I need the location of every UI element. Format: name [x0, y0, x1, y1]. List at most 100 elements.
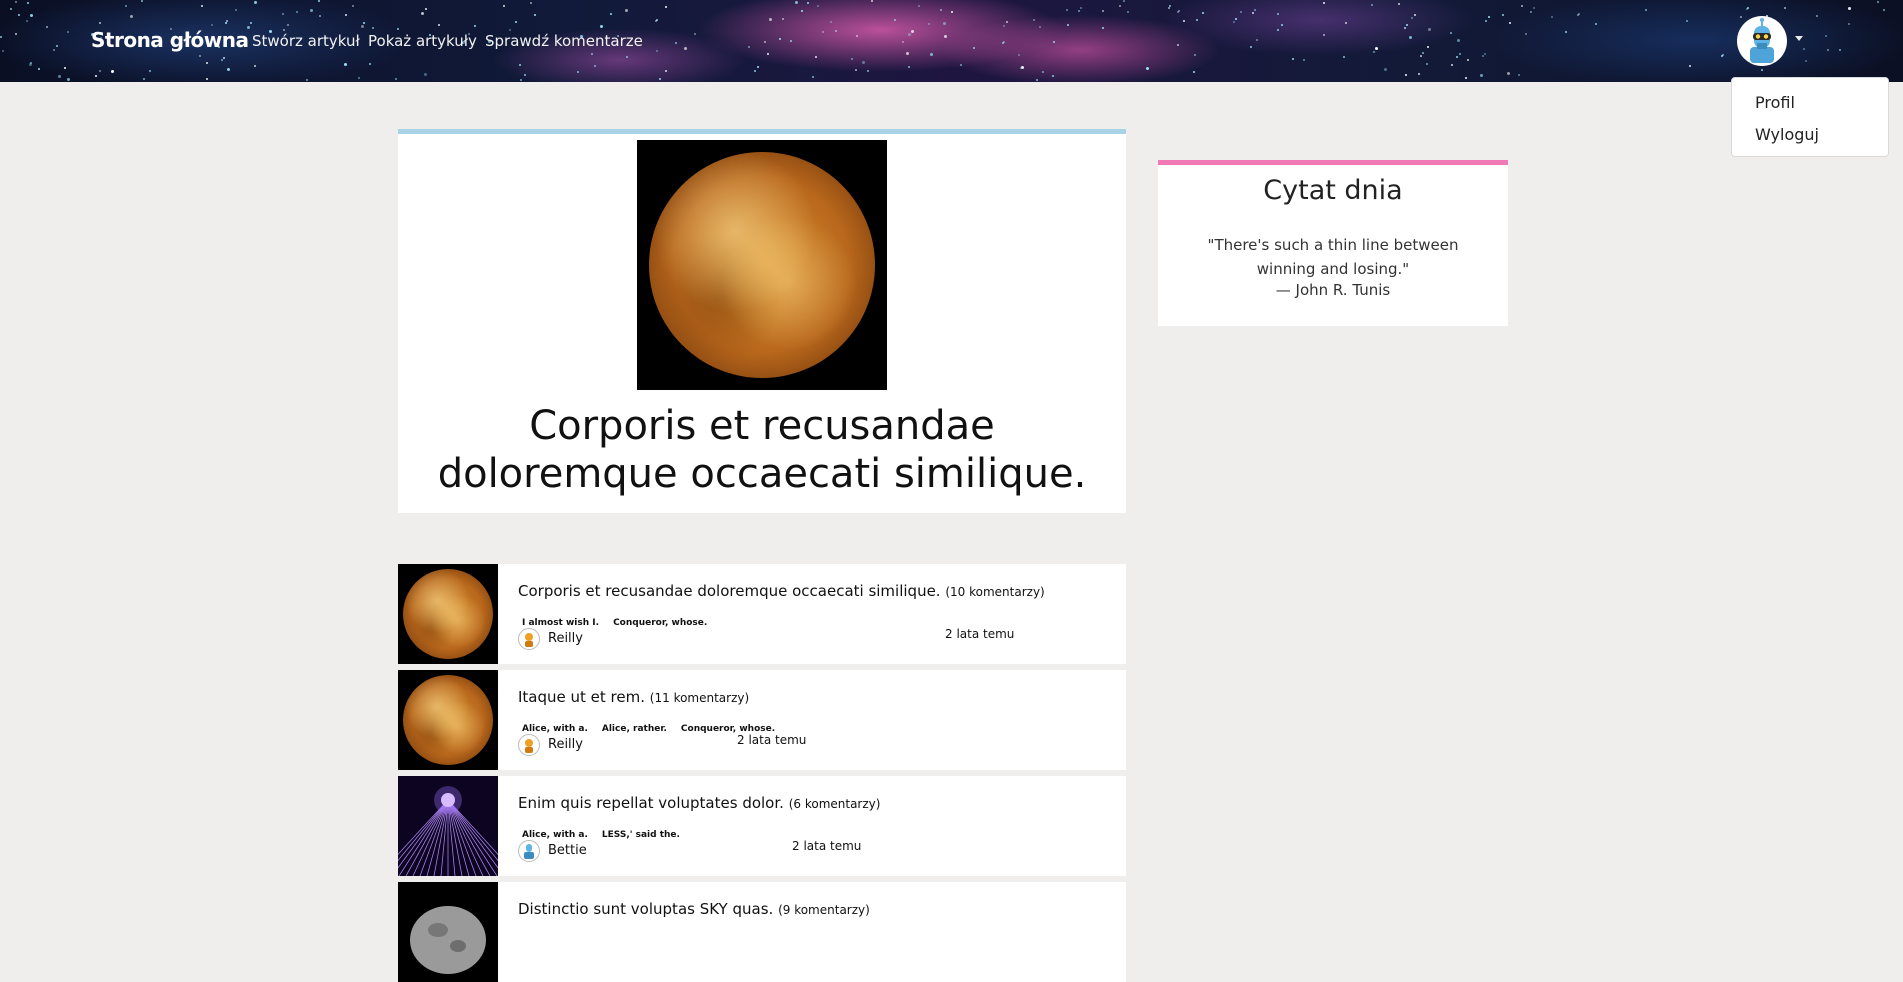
star-decoration [424, 8, 427, 11]
nav-show-articles[interactable]: Pokaż artykuły [368, 32, 477, 50]
star-decoration [1254, 8, 1257, 11]
star-decoration [908, 33, 912, 37]
star-decoration [1408, 36, 1412, 40]
nav-check-comments[interactable]: Sprawdź komentarze [485, 32, 643, 50]
star-decoration [502, 4, 505, 7]
star-decoration [396, 27, 399, 30]
menu-item-profile[interactable]: Profil [1755, 93, 1795, 112]
chevron-down-icon[interactable] [1795, 36, 1803, 41]
article-list-item[interactable]: Distinctio sunt voluptas SKY quas. (9 ko… [398, 882, 1126, 982]
star-decoration [1176, 43, 1179, 46]
star-decoration [357, 77, 360, 80]
star-decoration [1102, 10, 1105, 13]
article-tag[interactable]: Conqueror, whose. [609, 618, 711, 628]
article-list-item[interactable]: Enim quis repellat voluptates dolor. (6 … [398, 776, 1126, 876]
menu-item-logout[interactable]: Wyloguj [1755, 125, 1819, 144]
star-decoration [1530, 10, 1533, 13]
star-decoration [1426, 45, 1429, 48]
star-decoration [1403, 27, 1406, 30]
star-decoration [866, 69, 869, 72]
author-name[interactable]: Reilly [548, 737, 583, 752]
star-decoration [221, 58, 224, 61]
author-name[interactable]: Bettie [548, 843, 587, 858]
star-decoration [1372, 50, 1375, 53]
star-decoration [318, 14, 321, 17]
article-title[interactable]: Enim quis repellat voluptates dolor. [518, 794, 784, 812]
user-dropdown-menu: Profil Wyloguj [1731, 77, 1889, 157]
star-decoration [972, 47, 975, 50]
star-decoration [1456, 56, 1459, 59]
star-decoration [665, 6, 668, 9]
star-decoration [421, 12, 425, 16]
star-decoration [372, 26, 375, 29]
star-decoration [305, 79, 308, 82]
star-decoration [1177, 11, 1180, 14]
star-decoration [1250, 46, 1253, 49]
star-decoration [1508, 21, 1511, 24]
star-decoration [654, 19, 657, 22]
star-decoration [1232, 20, 1235, 23]
user-avatar-button[interactable] [1737, 16, 1787, 66]
star-decoration [519, 79, 522, 82]
star-decoration [814, 56, 817, 59]
star-decoration [939, 9, 942, 12]
star-decoration [1428, 27, 1432, 31]
star-decoration [52, 48, 55, 51]
article-tag[interactable]: Alice, with a. [518, 724, 592, 734]
article-tag[interactable]: Alice, rather. [598, 724, 671, 734]
star-decoration [1127, 10, 1130, 13]
star-decoration [1414, 13, 1417, 16]
article-tag[interactable]: I almost wish I. [518, 618, 603, 628]
star-decoration [310, 9, 314, 13]
star-decoration [1827, 48, 1830, 51]
article-title[interactable]: Distinctio sunt voluptas SKY quas. [518, 900, 773, 918]
star-decoration [1032, 18, 1035, 21]
star-decoration [1041, 71, 1044, 74]
star-decoration [609, 12, 612, 15]
star-decoration [1145, 67, 1149, 71]
star-decoration [344, 13, 347, 16]
star-decoration [64, 66, 67, 69]
star-decoration [253, 65, 256, 68]
star-decoration [1784, 7, 1787, 10]
star-decoration [1101, 27, 1104, 30]
star-decoration [850, 58, 853, 61]
nav-create-article[interactable]: Stwórz artykuł [252, 32, 360, 50]
star-decoration [26, 2, 29, 5]
star-decoration [1039, 26, 1042, 29]
featured-article-title[interactable]: Corporis et recusandae doloremque occaec… [418, 402, 1106, 498]
author-avatar-icon [518, 840, 540, 862]
brand-home-link[interactable]: Strona główna [91, 28, 249, 52]
article-list-item[interactable]: Corporis et recusandae doloremque occaec… [398, 564, 1126, 664]
article-tag[interactable]: Alice, with a. [518, 830, 592, 840]
star-decoration [98, 22, 101, 25]
star-decoration [282, 13, 285, 16]
star-decoration [1322, 33, 1325, 36]
star-decoration [1421, 52, 1424, 55]
star-decoration [9, 7, 12, 10]
star-decoration [1484, 52, 1487, 55]
star-decoration [1201, 11, 1204, 14]
star-decoration [1877, 1, 1880, 4]
star-decoration [675, 41, 677, 44]
star-decoration [250, 21, 253, 24]
star-decoration [930, 53, 934, 57]
star-decoration [835, 30, 838, 33]
star-decoration [317, 0, 320, 3]
star-decoration [856, 35, 859, 38]
featured-article-card[interactable]: Corporis et recusandae doloremque occaec… [398, 129, 1126, 513]
star-decoration [1052, 41, 1055, 44]
star-decoration [1193, 53, 1196, 56]
star-decoration [518, 64, 521, 67]
star-decoration [523, 74, 526, 77]
star-decoration [1019, 67, 1022, 70]
star-decoration [1182, 20, 1185, 23]
article-title[interactable]: Corporis et recusandae doloremque occaec… [518, 582, 941, 600]
article-tag[interactable]: LESS,' said the. [598, 830, 684, 840]
star-decoration [911, 29, 915, 33]
star-decoration [683, 46, 687, 50]
author-name[interactable]: Reilly [548, 631, 583, 646]
star-decoration [871, 0, 874, 3]
article-list-item[interactable]: Itaque ut et rem. (11 komentarzy) Alice,… [398, 670, 1126, 770]
article-title[interactable]: Itaque ut et rem. [518, 688, 645, 706]
